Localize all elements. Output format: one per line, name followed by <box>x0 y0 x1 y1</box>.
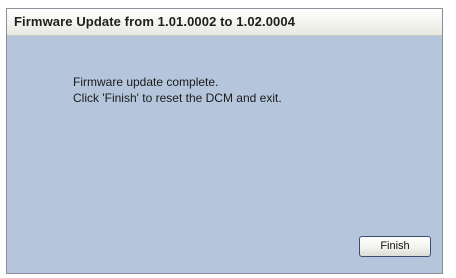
firmware-update-dialog: Firmware Update from 1.01.0002 to 1.02.0… <box>6 8 443 274</box>
finish-button[interactable]: Finish <box>359 236 431 257</box>
message-line-complete: Firmware update complete. <box>73 75 219 89</box>
status-message: Firmware update complete. Click 'Finish'… <box>73 74 282 106</box>
window-title: Firmware Update from 1.01.0002 to 1.02.0… <box>14 14 296 29</box>
title-bar[interactable]: Firmware Update from 1.01.0002 to 1.02.0… <box>7 9 442 36</box>
message-line-instruction: Click 'Finish' to reset the DCM and exit… <box>73 91 282 105</box>
